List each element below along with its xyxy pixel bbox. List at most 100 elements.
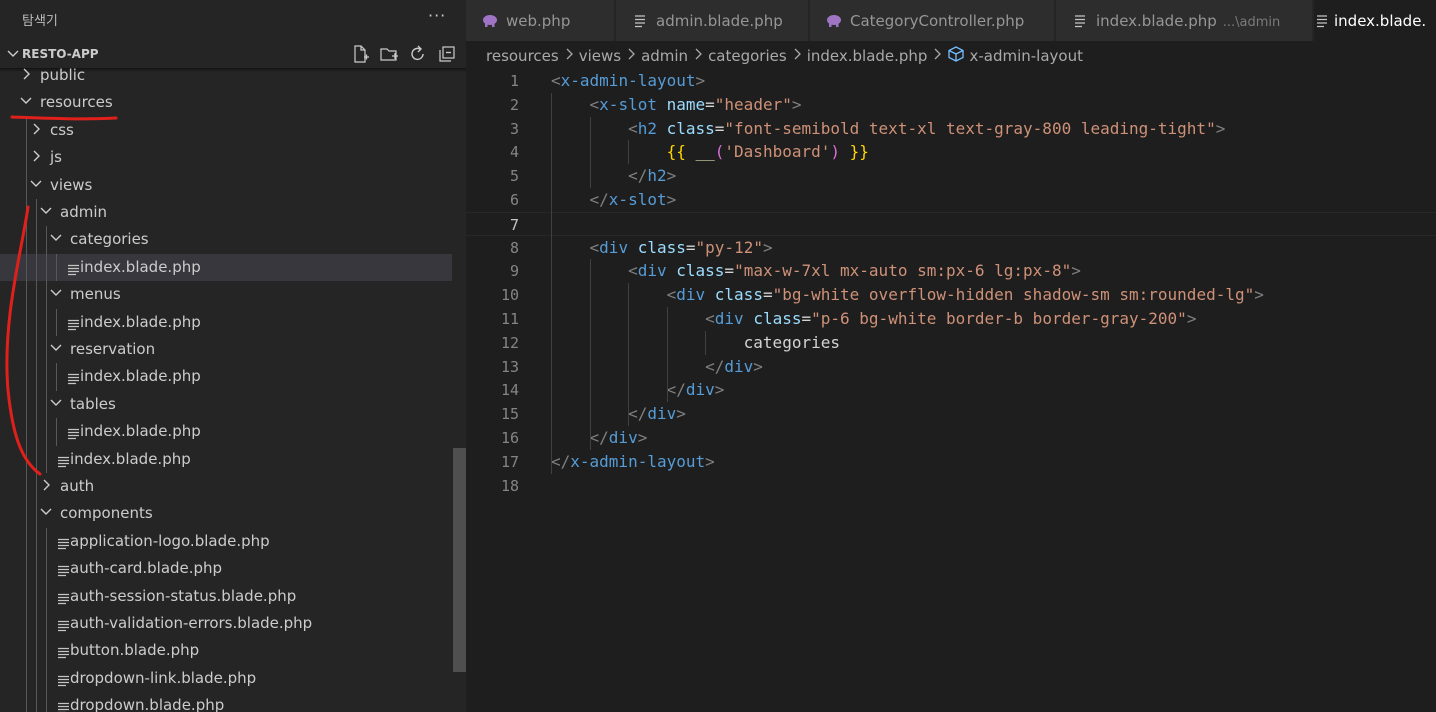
file-lines-icon [632, 13, 648, 28]
tab-title: index.blade. [1334, 12, 1427, 30]
line-number: 1 [509, 72, 519, 90]
code-token: < [589, 237, 600, 257]
code-token: > [714, 380, 725, 400]
code-token: > [791, 94, 802, 114]
code-line[interactable]: 10 <div class="bg-white overflow-hidden … [466, 283, 1436, 307]
code-line[interactable]: 4 {{ __('Dashboard') }} [466, 140, 1436, 164]
explorer-sidebar: 탐색기 ··· RESTO-APP public resources css js vi… [0, 0, 466, 712]
code-token: "py-12" [695, 237, 763, 257]
tab-title: web.php [506, 12, 571, 30]
tab-title: admin.blade.php [656, 12, 783, 30]
tab-web.php[interactable]: web.php [466, 0, 615, 41]
code-content: categories [551, 333, 840, 352]
breadcrumb-item[interactable]: resources [486, 47, 559, 65]
line-number: 17 [500, 452, 519, 471]
code-line[interactable]: 17 </x-admin-layout> [466, 450, 1436, 474]
code-line[interactable]: 16 </div> [466, 426, 1436, 450]
code-token: __ [695, 142, 715, 162]
code-line[interactable]: 8 <div class="py-12"> [466, 236, 1436, 260]
breadcrumb-item[interactable]: categories [708, 47, 787, 65]
code-token: < [628, 118, 638, 138]
code-token: categories [551, 332, 840, 352]
code-line[interactable]: 5 </h2> [466, 164, 1436, 188]
code-token: h2 [647, 166, 667, 186]
line-number: 2 [509, 95, 519, 114]
code-token: ( [714, 142, 725, 162]
code-token: "font-semibold text-xl text-gray-800 lea… [724, 118, 1216, 138]
code-content: </x-slot> [551, 190, 677, 209]
code-content: {{ __('Dashboard') }} [551, 142, 869, 161]
chevron-right-icon [694, 48, 702, 64]
tab-index.blade.[interactable]: index.blade. [1314, 0, 1436, 41]
code-line[interactable]: 15 </div> [466, 402, 1436, 426]
tab-CategoryController.php[interactable]: CategoryController.php [810, 0, 1055, 41]
code-token: x-admin-layout [570, 451, 706, 471]
code-content: <h2 class="font-semibold text-xl text-gr… [551, 119, 1225, 138]
code-token: = [762, 285, 773, 305]
code-line[interactable]: 12 categories [466, 331, 1436, 355]
file-lines-icon [1072, 13, 1088, 28]
breadcrumb-symbol[interactable]: x-admin-layout [969, 47, 1083, 65]
tab-admin.blade.php[interactable]: admin.blade.php [616, 0, 809, 41]
code-token: > [666, 166, 677, 186]
code-content: <x-slot name="header"> [551, 94, 802, 114]
code-line[interactable]: 1 <x-admin-layout> [466, 69, 1436, 93]
code-token: > [1254, 285, 1264, 305]
code-line[interactable]: 13 </div> [466, 355, 1436, 379]
code-line[interactable]: 6 </x-slot> [466, 188, 1436, 212]
tab-index.blade.php[interactable]: index.blade.php ...\admin [1056, 0, 1313, 41]
line-number: 3 [509, 119, 519, 138]
code-token: > [666, 190, 677, 209]
code-token: < [628, 261, 638, 281]
code-token: div [647, 404, 677, 424]
code-token: class [753, 309, 802, 328]
code-content: </div> [551, 357, 763, 376]
code-content: <div class="py-12"> [551, 238, 773, 257]
breadcrumb-item[interactable]: views [579, 47, 621, 65]
tab-label: index.blade.php ...\admin [1096, 12, 1280, 30]
code-line[interactable]: 14 </div> [466, 378, 1436, 402]
breadcrumb: resources views admin categories index.blade… [486, 45, 1083, 67]
line-number: 6 [509, 191, 519, 209]
breadcrumb-item[interactable]: index.blade.php [807, 47, 928, 65]
code-token: > [1215, 118, 1226, 138]
code-content: <div class="max-w-7xl mx-auto sm:px-6 lg… [551, 261, 1081, 280]
code-line[interactable]: 3 <h2 class="font-semibold text-xl text-… [466, 117, 1436, 141]
code-token: x-admin-layout [560, 71, 696, 90]
code-token: ) [830, 142, 841, 162]
code-token: < [551, 71, 561, 90]
chevron-right-icon [793, 48, 801, 64]
code-token: > [762, 237, 773, 257]
code-line[interactable]: 2 <x-slot name="header"> [466, 93, 1436, 117]
code-token: div [685, 380, 715, 400]
code-token: = [705, 94, 715, 114]
cube-symbol-icon [947, 45, 965, 67]
line-number: 10 [500, 286, 519, 305]
line-number: 13 [500, 357, 519, 376]
red-annotation-marks [5, 115, 118, 476]
code-token: </ [628, 404, 648, 424]
code-token: 'Dashboard' [724, 142, 831, 162]
code-content: </div> [551, 380, 725, 400]
indent-guide [589, 116, 591, 188]
tab-label: CategoryController.php [850, 12, 1024, 30]
file-lines-icon [1314, 13, 1330, 28]
code-editor[interactable]: 1 <x-admin-layout> 2 <x-slot name="header"… [466, 68, 1436, 712]
code-line[interactable]: 18 [466, 474, 1436, 498]
code-line[interactable]: 7 [466, 211, 1436, 236]
code-token: > [705, 451, 715, 471]
code-token: > [1071, 261, 1081, 281]
code-line[interactable]: 9 <div class="max-w-7xl mx-auto sm:px-6 … [466, 259, 1436, 283]
code-token: "bg-white overflow-hidden shadow-sm sm:r… [772, 285, 1255, 305]
breadcrumb-item[interactable]: admin [641, 47, 688, 65]
indent-guide [628, 140, 630, 165]
indent-guide [705, 330, 707, 355]
code-line[interactable]: 11 <div class="p-6 bg-white border-b bor… [466, 307, 1436, 331]
